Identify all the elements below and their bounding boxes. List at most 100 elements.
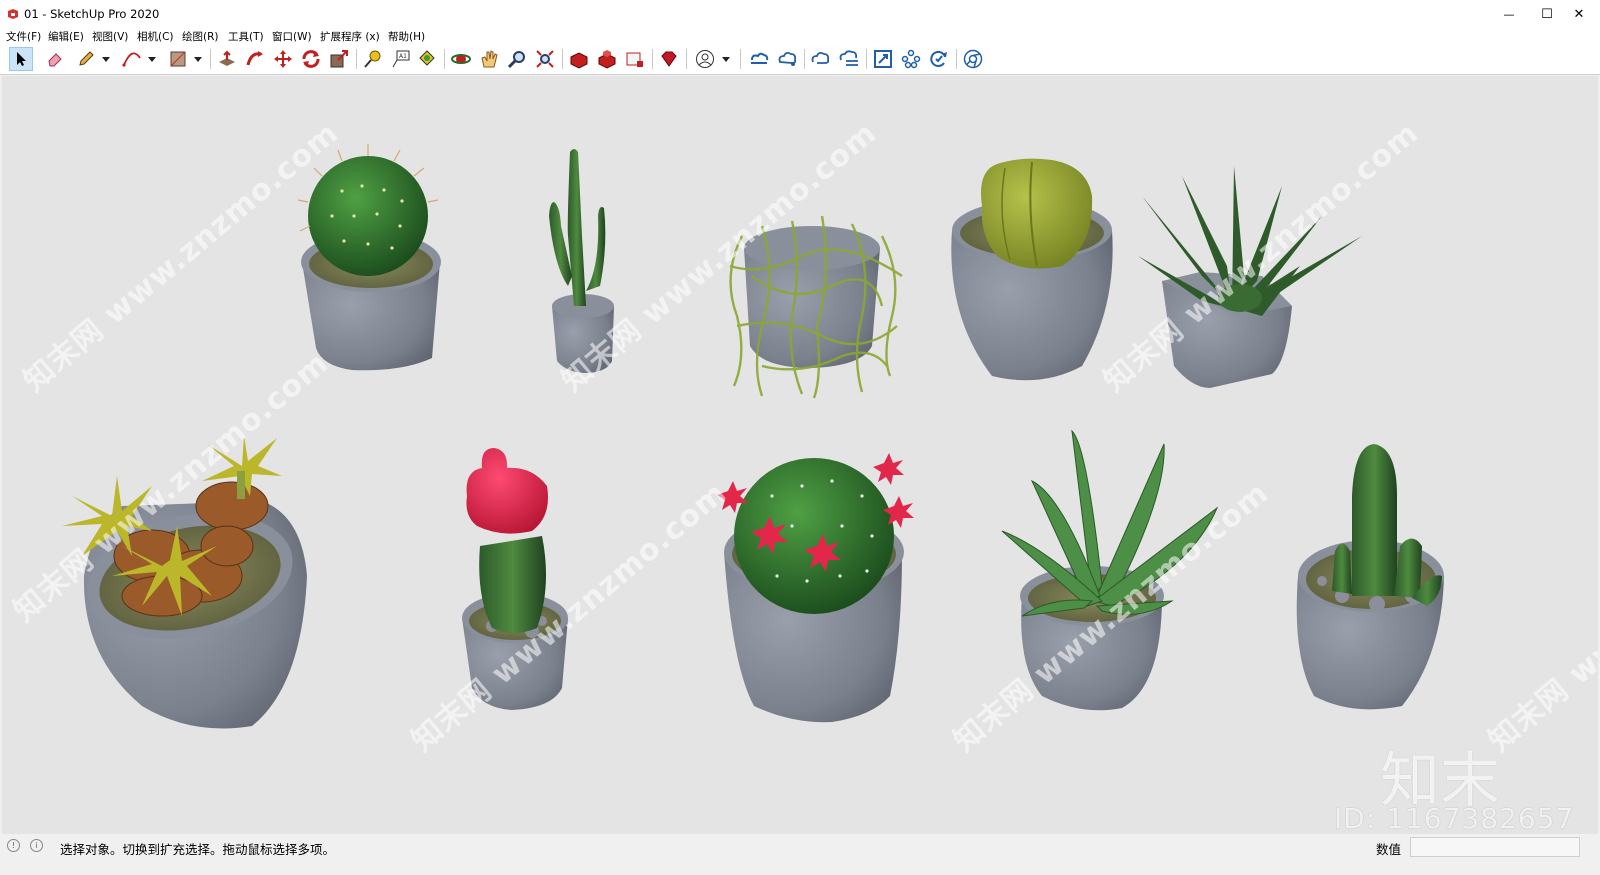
rectangle-tool-button[interactable] xyxy=(166,47,190,71)
minimize-button[interactable]: — xyxy=(1490,0,1528,28)
model-id: ID: 1167382657 xyxy=(1334,802,1575,834)
paint-bucket-tool-button[interactable] xyxy=(415,47,439,71)
text-icon: A1 xyxy=(392,50,410,68)
arc-icon xyxy=(122,52,141,67)
cloud-share-icon xyxy=(778,51,797,66)
tape-measure-tool-button[interactable] xyxy=(361,47,385,71)
cloud-list-button[interactable] xyxy=(837,47,861,71)
geo-location-icon[interactable]: ! xyxy=(7,839,20,852)
chevron-down-icon xyxy=(194,56,202,62)
components-icon xyxy=(901,49,921,69)
title-bar: 01 - SketchUp Pro 2020 — ☐ ✕ xyxy=(0,0,1600,29)
select-tool-button[interactable] xyxy=(9,47,33,71)
chrome-icon xyxy=(963,49,983,69)
rectangle-icon xyxy=(170,51,186,67)
zoom-extents-icon xyxy=(536,50,554,68)
update-icon xyxy=(930,50,947,67)
menu-extensions[interactable]: 扩展程序 (x) xyxy=(320,29,380,44)
3d-warehouse-icon xyxy=(570,52,588,69)
pan-tool-button[interactable] xyxy=(477,47,501,71)
eraser-icon xyxy=(48,53,62,67)
status-message: 选择对象。切换到扩充选择。拖动鼠标选择多项。 xyxy=(60,842,336,857)
scale-icon xyxy=(330,50,348,68)
cloud-list-icon xyxy=(839,50,858,66)
pencil-dropdown[interactable] xyxy=(101,50,111,68)
rectangle-dropdown[interactable] xyxy=(193,50,203,68)
select-icon xyxy=(17,52,26,66)
ruby-icon xyxy=(661,51,677,67)
zoom-extents-tool-button[interactable] xyxy=(533,47,557,71)
trimble-connect-button[interactable] xyxy=(747,47,771,71)
measurements-field[interactable] xyxy=(1410,837,1580,857)
orbit-tool-button[interactable] xyxy=(449,47,473,71)
menu-draw[interactable]: 绘图(R) xyxy=(182,29,219,44)
close-button[interactable]: ✕ xyxy=(1560,0,1598,28)
menu-camera[interactable]: 相机(C) xyxy=(137,29,174,44)
menu-bar: 文件(F) 编辑(E) 视图(V) 相机(C) 绘图(R) 工具(T) 窗口(W… xyxy=(0,28,1600,44)
model-viewport[interactable]: 知末网 www.znzmo.com 知末网 www.znzmo.com 知末网 … xyxy=(2,76,1598,834)
cloud-sync-icon xyxy=(811,51,830,64)
paint-bucket-icon xyxy=(419,50,435,66)
orbit-icon xyxy=(451,54,471,64)
extension-warehouse-icon xyxy=(598,50,616,69)
chevron-down-icon xyxy=(148,56,156,62)
menu-tools[interactable]: 工具(T) xyxy=(228,29,264,44)
zoom-icon xyxy=(507,51,525,69)
minimize-icon: — xyxy=(1503,7,1515,21)
chrome-button[interactable] xyxy=(961,47,985,71)
menu-help[interactable]: 帮助(H) xyxy=(388,29,425,44)
menu-edit[interactable]: 编辑(E) xyxy=(48,29,84,44)
scale-tool-button[interactable] xyxy=(327,47,351,71)
menu-file[interactable]: 文件(F) xyxy=(6,29,41,44)
maximize-icon: ☐ xyxy=(1541,6,1553,22)
chevron-down-icon xyxy=(722,56,730,62)
arc-dropdown[interactable] xyxy=(147,50,157,68)
pencil-icon xyxy=(79,51,94,66)
main-toolbar: A1 xyxy=(0,44,1600,75)
push-pull-icon xyxy=(219,50,235,66)
menu-view[interactable]: 视图(V) xyxy=(92,29,128,44)
cloud-share-button[interactable] xyxy=(776,47,800,71)
push-pull-tool-button[interactable] xyxy=(215,47,239,71)
account-icon xyxy=(696,50,714,68)
status-bar: ! i 选择对象。切换到扩充选择。拖动鼠标选择多项。 数值 xyxy=(0,835,1600,875)
tape-measure-icon xyxy=(364,50,381,68)
components-button[interactable] xyxy=(899,47,923,71)
plant-cactus-cluster[interactable] xyxy=(1296,444,1444,710)
move-icon xyxy=(274,50,292,68)
layout-icon xyxy=(626,52,643,67)
info-icon[interactable]: i xyxy=(30,839,43,852)
eraser-tool-button[interactable] xyxy=(43,47,67,71)
text-tool-button[interactable]: A1 xyxy=(389,47,413,71)
menu-window[interactable]: 窗口(W) xyxy=(272,29,312,44)
send-to-layout-button[interactable] xyxy=(623,47,647,71)
plant-lobed-cactus[interactable] xyxy=(951,158,1113,381)
measurements-label: 数值 xyxy=(1376,842,1402,857)
pan-icon xyxy=(481,50,498,68)
follow-me-tool-button[interactable] xyxy=(243,47,267,71)
plant-barrel-cactus[interactable] xyxy=(297,144,441,371)
svg-text:A1: A1 xyxy=(399,53,407,60)
3d-warehouse-button[interactable] xyxy=(567,47,591,71)
trimble-connect-icon xyxy=(751,52,769,64)
update-button[interactable] xyxy=(927,47,951,71)
account-dropdown[interactable] xyxy=(721,50,731,68)
sketchup-logo-icon xyxy=(8,9,18,19)
zoom-tool-button[interactable] xyxy=(505,47,529,71)
section-plane-button[interactable] xyxy=(871,47,895,71)
account-button[interactable] xyxy=(693,47,717,71)
arc-tool-button[interactable] xyxy=(120,47,144,71)
plant-flowering-cactus[interactable] xyxy=(717,453,914,723)
close-icon: ✕ xyxy=(1573,6,1585,22)
rotate-tool-button[interactable] xyxy=(299,47,323,71)
pencil-tool-button[interactable] xyxy=(74,47,98,71)
ruby-console-button[interactable] xyxy=(657,47,681,71)
follow-me-icon xyxy=(246,51,263,66)
window-title: 01 - SketchUp Pro 2020 xyxy=(24,7,160,21)
section-icon xyxy=(874,50,892,68)
chevron-down-icon xyxy=(102,56,110,62)
cloud-sync-button[interactable] xyxy=(809,47,833,71)
rotate-icon xyxy=(302,50,320,68)
move-tool-button[interactable] xyxy=(271,47,295,71)
extension-warehouse-button[interactable] xyxy=(595,47,619,71)
